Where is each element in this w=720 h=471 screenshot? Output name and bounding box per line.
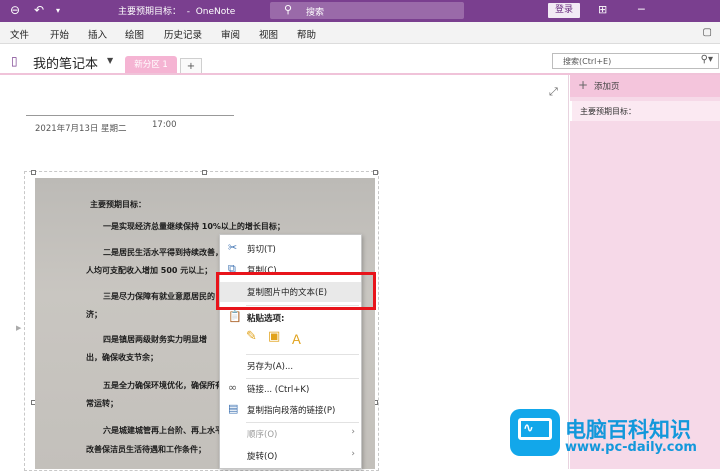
paste-merge-icon[interactable]: ▣: [268, 329, 280, 344]
menu-item-label: 链接... (Ctrl+K): [247, 385, 310, 395]
pulse-icon: ∿: [523, 421, 534, 436]
menu-item-copy-link[interactable]: ▤ 复制指向段落的链接(P): [220, 400, 361, 420]
context-menu: ✂ 剪切(T) ⧉ 复制(C) 复制图片中的文本(E) 📋 粘贴选项: 另存为(…: [219, 234, 362, 469]
document-line: 三是尽力保障有就业意愿居民的: [103, 292, 215, 301]
tab-home[interactable]: 开始: [50, 27, 69, 41]
menu-item-link[interactable]: ∞ 链接... (Ctrl+K): [220, 379, 361, 399]
note-handle-icon[interactable]: ▶: [16, 324, 21, 332]
ribbon-tab-bar: 文件 开始 插入 绘图 历史记录 审阅 视图 帮助 ▢: [0, 22, 720, 44]
tab-draw[interactable]: 绘图: [125, 27, 144, 41]
menu-item-label: 另存为(A)...: [247, 362, 294, 372]
paste-keep-formatting-icon[interactable]: ✎: [246, 329, 257, 344]
chevron-right-icon: ›: [351, 427, 355, 437]
page-time: 17:00: [152, 120, 177, 130]
notebook-name[interactable]: 我的笔记本: [33, 53, 98, 72]
menu-item-label: 顺序(O): [247, 430, 278, 440]
page-search-input[interactable]: 搜索(Ctrl+E) ⚲▾: [552, 53, 719, 69]
menu-item-label: 粘贴选项:: [247, 314, 285, 324]
menu-separator: [246, 354, 359, 355]
document-line: 主要预期目标：: [90, 200, 146, 209]
highlight-box: [216, 272, 376, 310]
document-line: 出，确保收支节余；: [86, 353, 158, 362]
page-item-label: 主要预期目标：: [580, 107, 636, 116]
add-page-label: 添加页: [594, 82, 620, 92]
tab-help[interactable]: 帮助: [297, 27, 316, 41]
menu-separator: [246, 422, 359, 423]
back-icon[interactable]: ⊖: [10, 3, 20, 17]
document-line: 常运转；: [86, 399, 118, 408]
title-search-label: 搜索: [306, 8, 325, 18]
document-line: 一是实现经济总量继续保持 10%以上的增长目标；: [103, 222, 285, 231]
watermark-logo: ∿: [510, 409, 560, 456]
menu-item-order: 顺序(O) ›: [220, 424, 361, 444]
document-line: 六是城建城管再上台阶、再上水平: [103, 426, 223, 435]
menu-item-label: 复制指向段落的链接(P): [247, 406, 336, 416]
menu-item-cut[interactable]: ✂ 剪切(T): [220, 239, 361, 259]
page-date: 2021年7月13日 星期二: [35, 124, 127, 134]
chevron-right-icon: ›: [351, 449, 355, 459]
menu-item-label: 剪切(T): [247, 245, 276, 255]
dropdown-icon[interactable]: ▾: [56, 6, 60, 15]
tab-history[interactable]: 历史记录: [164, 27, 202, 41]
window-title: 主要预期目标： - OneNote: [118, 7, 236, 17]
share-icon[interactable]: ▢: [703, 27, 712, 38]
menu-item-paste-options: 📋 粘贴选项:: [220, 308, 361, 328]
document-line: 二是居民生活水平得到持续改善，: [103, 248, 223, 257]
document-line: 济；: [86, 310, 102, 319]
minimize-icon[interactable]: ─: [638, 3, 645, 16]
paste-text-only-icon[interactable]: Ａ: [290, 329, 303, 348]
plus-icon: +: [578, 78, 589, 92]
search-icon: ⚲▾: [700, 54, 713, 65]
watermark-url: www.pc-daily.com: [565, 440, 697, 455]
resize-handle[interactable]: [31, 170, 36, 175]
add-page-button[interactable]: + 添加页: [570, 75, 720, 97]
page-list-item[interactable]: 主要预期目标：: [570, 101, 720, 121]
ribbon-display-icon[interactable]: ⊞: [598, 3, 607, 16]
menu-item-rotate[interactable]: 旋转(O) ›: [220, 446, 361, 466]
undo-icon[interactable]: ↶: [34, 3, 44, 17]
menu-item-save-as[interactable]: 另存为(A)...: [220, 356, 361, 376]
document-line: 五是全力确保环境优化，确保所有: [103, 381, 223, 390]
clipboard-icon: 📋: [228, 310, 242, 323]
link-icon: ∞: [228, 381, 238, 394]
page-title-line[interactable]: [26, 115, 234, 116]
title-search-box[interactable]: ⚲ 搜索: [270, 2, 464, 19]
copy-link-icon: ▤: [228, 402, 239, 415]
paste-options-group: ✎ ▣ Ａ: [246, 329, 316, 348]
document-line: 人均可支配收入增加 500 元以上；: [86, 266, 213, 275]
page-list: + 添加页 主要预期目标：: [570, 75, 720, 469]
expand-icon[interactable]: ⤢: [549, 85, 558, 99]
notebook-icon: ▯: [11, 54, 18, 68]
tab-file[interactable]: 文件: [10, 27, 29, 41]
search-icon: ⚲: [284, 3, 293, 16]
resize-handle[interactable]: [202, 170, 207, 175]
title-bar: ⊖ ↶ ▾ 主要预期目标： - OneNote ⚲ 搜索 登录 ⊞ ─: [0, 0, 720, 22]
menu-item-label: 旋转(O): [247, 452, 278, 462]
document-line: 改善保洁员生活待遇和工作条件；: [86, 445, 206, 454]
chevron-down-icon[interactable]: ▼: [107, 56, 113, 65]
tab-view[interactable]: 视图: [259, 27, 278, 41]
scissors-icon: ✂: [228, 241, 238, 254]
login-button[interactable]: 登录: [548, 3, 580, 18]
tab-insert[interactable]: 插入: [88, 27, 107, 41]
document-line: 四是镇居两级财务实力明显增: [103, 335, 207, 344]
tab-review[interactable]: 审阅: [221, 27, 240, 41]
resize-handle[interactable]: [373, 170, 378, 175]
page-search-placeholder: 搜索(Ctrl+E): [563, 57, 612, 66]
